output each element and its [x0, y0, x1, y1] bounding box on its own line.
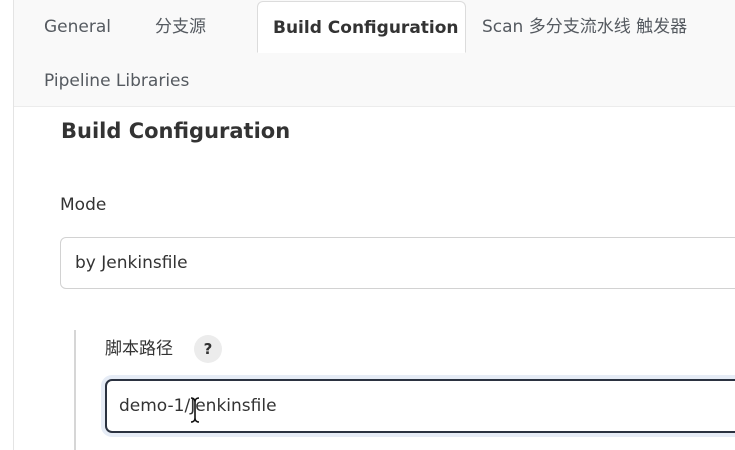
script-path-label: 脚本路径: [105, 339, 173, 359]
text-cursor-icon: [190, 397, 200, 423]
tab-build-configuration[interactable]: Build Configuration: [257, 1, 466, 53]
build-configuration-page: General 分支源 Build Configuration Scan 多分支…: [0, 0, 735, 450]
tab-general[interactable]: General: [44, 15, 111, 39]
build-configuration-section: Build Configuration Mode by Jenkinsfile …: [14, 107, 735, 450]
config-tabbar: General 分支源 Build Configuration Scan 多分支…: [14, 0, 735, 107]
mode-select[interactable]: by Jenkinsfile: [60, 237, 735, 289]
section-title: Build Configuration: [61, 119, 291, 143]
mode-selected-value: by Jenkinsfile: [75, 253, 188, 273]
mode-label: Mode: [60, 195, 107, 215]
nested-options-indicator: [74, 330, 76, 450]
tab-scan-triggers[interactable]: Scan 多分支流水线 触发器: [482, 15, 687, 39]
help-icon[interactable]: ?: [194, 335, 222, 363]
tab-build-configuration-label: Build Configuration: [273, 18, 459, 38]
tab-pipeline-libraries[interactable]: Pipeline Libraries: [44, 69, 189, 93]
tab-branch-sources[interactable]: 分支源: [155, 15, 206, 39]
